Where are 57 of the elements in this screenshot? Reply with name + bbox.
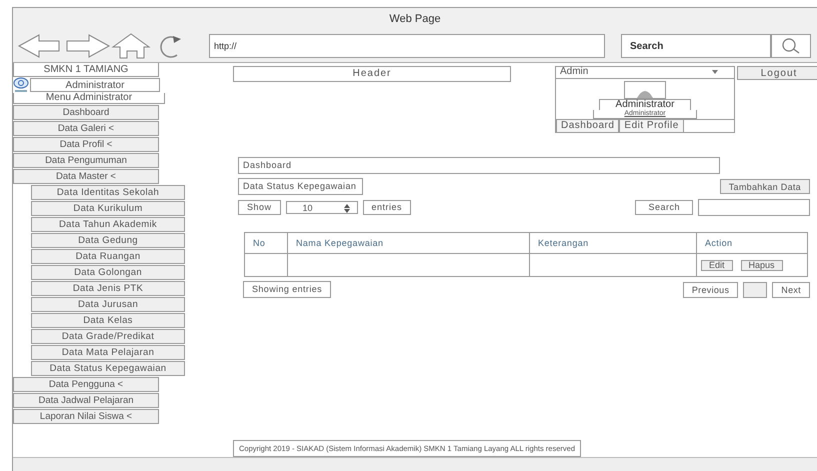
table-cell — [244, 254, 288, 276]
menu-title: Menu Administrator — [13, 93, 165, 104]
entries-label: entries — [362, 200, 412, 215]
row-action-button[interactable]: Edit — [701, 260, 733, 270]
column-header: No — [244, 232, 288, 254]
sidebar-subitem[interactable]: Data Status Kepegawaian — [31, 361, 185, 376]
sidebar-subitem[interactable]: Data Mata Pelajaran — [31, 345, 185, 360]
avatar-icon — [624, 81, 666, 99]
sidebar-item[interactable]: Laporan Nilai Siswa < — [13, 409, 159, 424]
search-label: Search — [635, 200, 693, 215]
school-logo-icon — [13, 77, 29, 93]
breadcrumb: Dashboard — [238, 157, 720, 174]
show-label: Show — [238, 200, 281, 215]
row-action-button[interactable]: Hapus — [740, 260, 783, 270]
search-button[interactable] — [771, 34, 811, 58]
sidebar-subitem[interactable]: Data Ruangan — [31, 249, 185, 264]
window-title: Web Page — [389, 12, 441, 27]
user-dropdown[interactable]: Admin — [556, 67, 734, 79]
search-icon — [781, 37, 801, 55]
sidebar-item[interactable]: Data Galeri < — [13, 121, 159, 136]
role-label: Administrator — [30, 78, 160, 92]
add-data-button[interactable]: Tambahkan Data — [720, 179, 810, 194]
browser-search-field[interactable]: Search — [621, 34, 771, 58]
sidebar-item[interactable]: Data Pengumuman — [13, 153, 159, 168]
page-size-select[interactable]: 10 — [286, 201, 358, 214]
school-name: SMKN 1 TAMIANG — [13, 63, 159, 77]
sidebar-subitem[interactable]: Data Kelas — [31, 313, 185, 328]
sidebar-subitem[interactable]: Data Grade/Predikat — [31, 329, 185, 344]
logout-button[interactable]: Logout — [737, 66, 817, 80]
sidebar-item[interactable]: Dashboard — [13, 105, 159, 120]
sidebar-subitem[interactable]: Data Gedung — [31, 233, 185, 248]
column-header: Nama Kepegawaian — [288, 232, 530, 254]
column-header: Keterangan — [530, 232, 696, 254]
spinner-icon — [342, 204, 351, 213]
previous-button[interactable]: Previous — [682, 282, 738, 298]
sidebar-subitem[interactable]: Data Tahun Akademik — [31, 217, 185, 232]
sidebar-subitem[interactable]: Data Identitas Sekolah — [31, 185, 185, 200]
sidebar-item[interactable]: Data Jadwal Pelajaran — [13, 393, 159, 408]
page-title: Data Status Kepegawaian — [238, 178, 364, 195]
header-bar: Header — [233, 66, 511, 82]
user-name: Administrator — [598, 99, 692, 110]
sidebar-subitem[interactable]: Data Jurusan — [31, 297, 185, 312]
caret-icon — [712, 70, 718, 74]
next-button[interactable]: Next — [772, 282, 810, 298]
sidebar-item[interactable]: Data Profil < — [13, 137, 159, 152]
entries-info: Showing entries — [243, 281, 332, 298]
profile-button[interactable]: Edit Profile — [619, 120, 684, 132]
page-button[interactable] — [743, 282, 768, 298]
column-header: Action — [696, 232, 808, 254]
table-search-field[interactable] — [698, 199, 810, 216]
profile-button[interactable]: Dashboard — [556, 120, 620, 132]
sidebar-item[interactable]: Data Master < — [13, 169, 159, 184]
sidebar-subitem[interactable]: Data Golongan — [31, 265, 185, 280]
sidebar-subitem[interactable]: Data Jenis PTK — [31, 281, 185, 296]
sidebar-item[interactable]: Data Pengguna < — [13, 377, 159, 392]
sidebar-subitem[interactable]: Data Kurikulum — [31, 201, 185, 216]
url-field[interactable]: http:// — [209, 34, 605, 58]
